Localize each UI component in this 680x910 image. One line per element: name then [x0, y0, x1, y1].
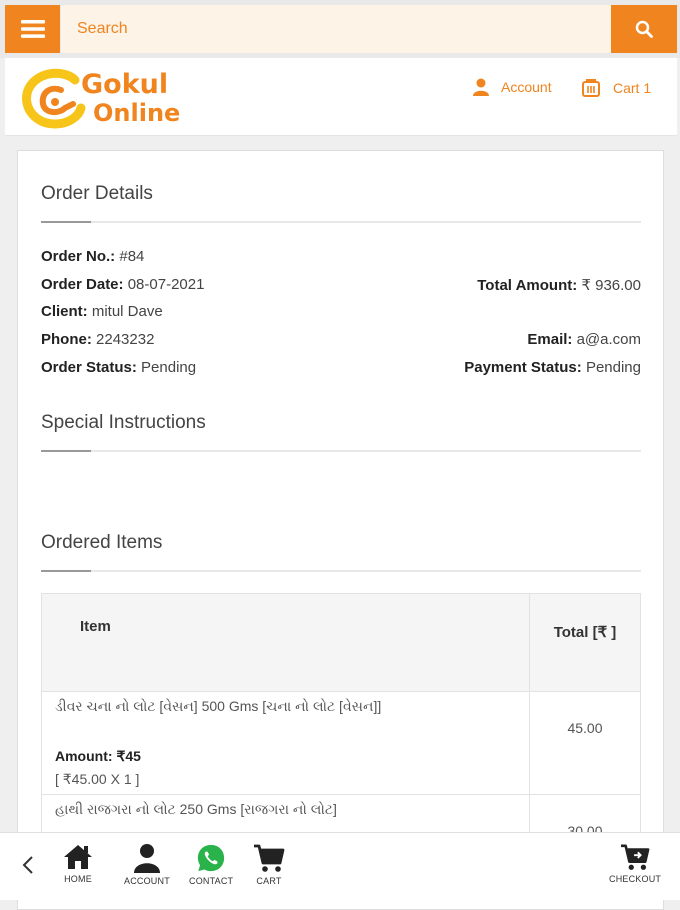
payment-status-label: Payment Status: [464, 359, 582, 376]
nav-checkout-label: CHECKOUT [609, 874, 662, 884]
top-bar [0, 0, 680, 58]
item-total: 45.00 [567, 720, 603, 736]
email-label: Email: [527, 331, 573, 348]
nav-contact-label: CONTACT [189, 876, 234, 886]
client-value: mitul Dave [91, 303, 163, 320]
search-button[interactable] [611, 5, 677, 53]
logo-line2: Online [93, 99, 181, 127]
user-icon [473, 78, 489, 96]
site-header: Gokul Online Account Cart 1 [5, 58, 677, 136]
email-field: Email: a@a.com [527, 331, 641, 348]
nav-account-label: ACCOUNT [124, 876, 170, 886]
order-status-value: Pending [141, 359, 197, 376]
phone-field: Phone: 2243232 [41, 331, 154, 348]
cart-link[interactable]: Cart 1 [581, 78, 651, 98]
section-divider [41, 221, 641, 223]
nav-contact[interactable]: CONTACT [189, 843, 233, 886]
nav-checkout[interactable]: CHECKOUT [609, 843, 661, 884]
item-amount: Amount: ₹45 [55, 748, 529, 765]
email-value: a@a.com [576, 331, 641, 348]
order-date-field: Order Date: 08-07-2021 [41, 276, 204, 293]
hamburger-icon [20, 20, 45, 38]
special-instructions-title: Special Instructions [41, 412, 206, 433]
search-icon [635, 20, 653, 38]
home-icon [64, 845, 92, 869]
ordered-items-title: Ordered Items [41, 532, 163, 553]
account-link[interactable]: Account [473, 78, 552, 96]
bottom-nav: HOME ACCOUNT CONTACT CART CHECKOUT [0, 832, 680, 900]
phone-value: 2243232 [96, 331, 155, 348]
order-card: Order Details Order No.: #84 Order Date:… [17, 150, 664, 910]
nav-account[interactable]: ACCOUNT [124, 843, 170, 886]
logo-text: Gokul Online [81, 70, 180, 128]
section-divider [41, 570, 641, 572]
account-label: Account [501, 79, 552, 95]
client-field: Client: mitul Dave [41, 303, 163, 320]
order-no-value: #84 [119, 248, 145, 265]
cart-basket-icon [582, 79, 600, 97]
item-amount-label: Amount: [55, 748, 113, 764]
column-header-total: Total [₹ ] [553, 624, 617, 641]
payment-status-value: Pending [585, 359, 641, 376]
table-header: Item Total [₹ ] [42, 594, 640, 691]
item-name: ડીવર ચના નો લોટ [વેસન] 500 Gms [ચના નો લ… [55, 698, 382, 714]
client-label: Client: [41, 303, 88, 320]
item-cell: ડીવર ચના નો લોટ [વેસન] 500 Gms [ચના નો લ… [42, 692, 530, 794]
menu-button[interactable] [5, 5, 60, 53]
total-amount-label: Total Amount: [477, 277, 578, 294]
order-date-label: Order Date: [41, 276, 124, 293]
order-date-value: 08-07-2021 [127, 276, 205, 293]
order-status-field: Order Status: Pending [41, 359, 196, 376]
search-input[interactable] [61, 5, 611, 53]
ordered-items-table: Item Total [₹ ] ડીવર ચના નો લોટ [વેસન] 5… [41, 593, 641, 858]
logo[interactable]: Gokul Online [21, 68, 201, 130]
table-row: ડીવર ચના નો લોટ [વેસન] 500 Gms [ચના નો લ… [42, 691, 640, 794]
section-divider [41, 450, 641, 452]
cart-label: Cart 1 [613, 80, 652, 96]
nav-home[interactable]: HOME [62, 843, 94, 884]
order-no-field: Order No.: #84 [41, 248, 144, 265]
phone-label: Phone: [41, 331, 92, 348]
item-quantity: [ ₹45.00 X 1 ] [55, 771, 140, 787]
total-amount-field: Total Amount: ₹ 936.00 [477, 276, 641, 294]
logo-line1: Gokul [81, 69, 169, 100]
payment-status-field: Payment Status: Pending [464, 359, 641, 376]
user-icon [133, 844, 160, 873]
back-button[interactable] [22, 855, 34, 880]
chevron-left-icon [22, 856, 33, 874]
total-amount-value: ₹ 936.00 [581, 277, 641, 294]
nav-cart[interactable]: CART [253, 843, 285, 886]
nav-home-label: HOME [64, 874, 92, 884]
cart-checkout-icon [621, 844, 650, 870]
whatsapp-icon [197, 844, 225, 872]
column-header-item: Item [42, 594, 530, 691]
order-status-label: Order Status: [41, 359, 137, 376]
shopping-cart-icon [254, 844, 285, 872]
order-details-title: Order Details [41, 183, 153, 204]
item-amount-value: ₹45 [116, 748, 141, 764]
order-no-label: Order No.: [41, 248, 116, 265]
nav-cart-label: CART [256, 876, 282, 886]
